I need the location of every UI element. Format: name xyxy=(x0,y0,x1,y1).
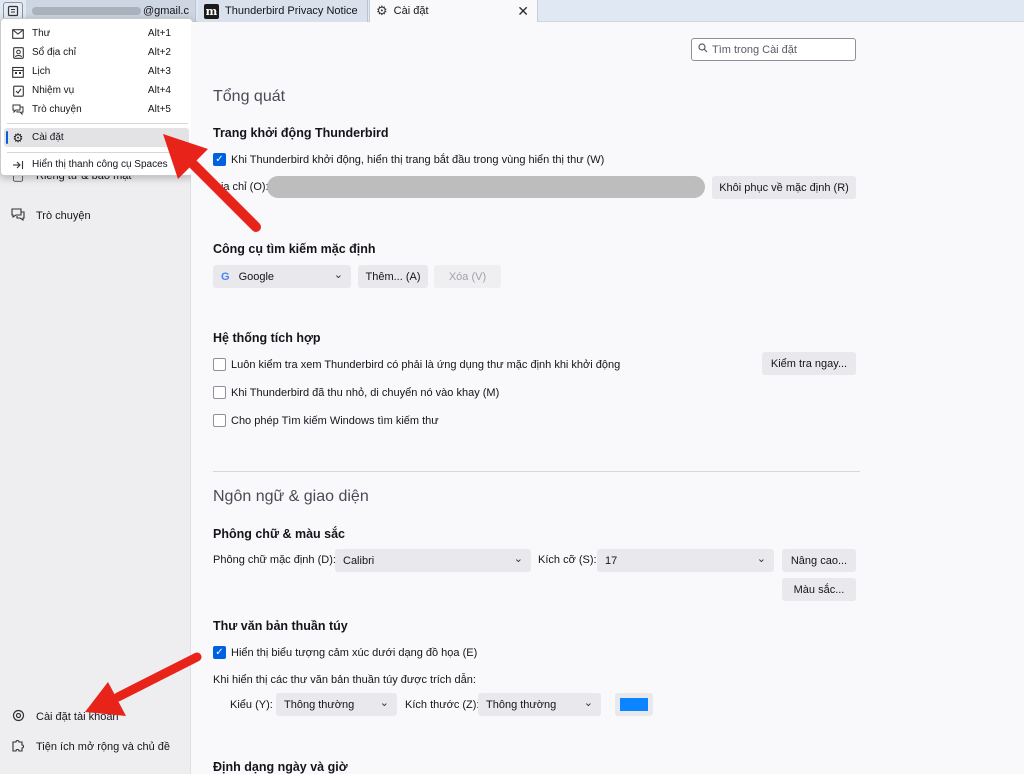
quoted-text-label: Khi hiển thị các thư văn bản thuần túy đ… xyxy=(213,674,476,686)
address-label: Địa chỉ (O): xyxy=(213,181,269,193)
tab-label: Cài đặt xyxy=(393,5,429,17)
tasks-icon xyxy=(12,85,24,97)
quote-style-label: Kiểu (Y): xyxy=(230,699,273,711)
show-toolbar-icon xyxy=(12,159,24,171)
mozilla-favicon-icon: m xyxy=(204,3,219,19)
sidebar-item-addons[interactable]: Tiện ích mở rộng và chủ đề xyxy=(10,738,170,755)
menu-item-tasks[interactable]: Nhiệm vụ Alt+4 xyxy=(4,81,189,100)
chevron-down-icon: ⌄ xyxy=(379,697,389,709)
tab-privacy-notice[interactable]: m Thunderbird Privacy Notice xyxy=(198,0,368,22)
remove-search-engine-button[interactable]: Xóa (V) xyxy=(434,265,501,288)
restore-default-button[interactable]: Khôi phục về mặc định (R) xyxy=(712,176,856,199)
gear-icon: ⚙ xyxy=(376,3,388,18)
emoticons-checkbox-row[interactable]: ✓ Hiển thị biểu tượng cảm xúc dưới dạng … xyxy=(213,646,477,659)
address-book-icon xyxy=(12,46,24,59)
chat-icon xyxy=(10,207,26,224)
default-font-select[interactable]: Calibri ⌄ xyxy=(335,549,531,572)
checkbox-unchecked[interactable] xyxy=(213,414,226,427)
mail-icon xyxy=(12,28,24,40)
spaces-menu: Thư Alt+1 Sổ địa chỉ Alt+2 Lịch Alt+3 Nh… xyxy=(0,18,193,176)
quote-style-select[interactable]: Thông thường ⌄ xyxy=(276,693,397,716)
redacted-email xyxy=(32,7,141,15)
chevron-down-icon: ⌄ xyxy=(756,553,766,565)
gear-icon: ⚙ xyxy=(12,130,24,145)
search-engine-select[interactable]: G Google ⌄ xyxy=(213,265,351,288)
checkbox-checked[interactable]: ✓ xyxy=(213,153,226,166)
startup-heading: Trang khởi động Thunderbird xyxy=(213,126,389,140)
search-input[interactable]: Tìm trong Cài đặt xyxy=(691,38,856,61)
minimize-tray-checkbox-row[interactable]: Khi Thunderbird đã thu nhỏ, di chuyển nó… xyxy=(213,386,499,399)
menu-item-address-book[interactable]: Sổ địa chỉ Alt+2 xyxy=(4,43,189,62)
checkbox-unchecked[interactable] xyxy=(213,386,226,399)
chat-icon xyxy=(12,104,24,116)
quote-color-picker[interactable] xyxy=(615,693,653,716)
section-divider xyxy=(213,471,860,472)
menu-item-mail[interactable]: Thư Alt+1 xyxy=(4,24,189,43)
plaintext-heading: Thư văn bản thuần túy xyxy=(213,619,348,633)
puzzle-icon xyxy=(10,738,26,755)
advanced-fonts-button[interactable]: Nâng cao... xyxy=(782,549,856,572)
close-icon[interactable]: ✕ xyxy=(517,3,529,20)
checkbox-unchecked[interactable] xyxy=(213,358,226,371)
windows-search-checkbox-row[interactable]: Cho phép Tìm kiếm Windows tìm kiếm thư xyxy=(213,414,439,427)
spaces-icon xyxy=(7,5,19,17)
default-app-checkbox-row[interactable]: Luôn kiểm tra xem Thunderbird có phải là… xyxy=(213,358,620,371)
font-size-label: Kích cỡ (S): xyxy=(538,554,597,566)
colors-button[interactable]: Màu sắc... xyxy=(782,578,856,601)
add-search-engine-button[interactable]: Thêm... (A) xyxy=(358,265,428,288)
tab-label: Thunderbird Privacy Notice xyxy=(225,5,358,17)
color-swatch xyxy=(620,698,648,711)
check-now-button[interactable]: Kiểm tra ngay... xyxy=(762,352,856,375)
search-engine-heading: Công cụ tìm kiếm mặc định xyxy=(213,242,376,256)
start-page-url-input[interactable] xyxy=(267,176,705,198)
menu-item-settings[interactable]: ⚙ Cài đặt xyxy=(4,128,189,147)
font-size-select[interactable]: 17 ⌄ xyxy=(597,549,774,572)
menu-separator xyxy=(7,123,188,124)
menu-item-chat[interactable]: Trò chuyện Alt+5 xyxy=(4,100,189,119)
tab-settings[interactable]: ⚙ Cài đặt ✕ xyxy=(369,0,538,22)
search-icon xyxy=(698,43,708,56)
sidebar-item-account-settings[interactable]: Cài đặt tài khoản xyxy=(10,709,119,725)
integration-heading: Hệ thống tích hợp xyxy=(213,331,321,345)
menu-separator xyxy=(7,152,188,153)
calendar-icon xyxy=(12,66,24,78)
date-format-heading: Định dạng ngày và giờ xyxy=(213,760,348,774)
section-title-general: Tổng quát xyxy=(213,88,286,105)
menu-item-show-spaces-toolbar[interactable]: Hiển thị thanh công cụ Spaces xyxy=(4,155,189,174)
settings-content: Tìm trong Cài đặt Tổng quát Trang khởi đ… xyxy=(191,22,1024,774)
startup-checkbox-row[interactable]: ✓ Khi Thunderbird khởi động, hiển thị tr… xyxy=(213,153,604,166)
chevron-down-icon: ⌄ xyxy=(333,269,343,281)
chevron-down-icon: ⌄ xyxy=(513,553,523,565)
fonts-heading: Phông chữ & màu sắc xyxy=(213,527,345,541)
checkbox-checked[interactable]: ✓ xyxy=(213,646,226,659)
menu-item-calendar[interactable]: Lịch Alt+3 xyxy=(4,62,189,81)
quote-size-label: Kích thước (Z): xyxy=(405,699,480,711)
chevron-down-icon: ⌄ xyxy=(583,697,593,709)
google-logo-icon: G xyxy=(221,270,230,283)
tab-label: @gmail.c xyxy=(142,5,189,17)
section-title-language: Ngôn ngữ & giao diện xyxy=(213,488,369,505)
default-font-label: Phông chữ mặc định (D): xyxy=(213,554,336,566)
sidebar-item-chat[interactable]: Trò chuyện xyxy=(10,207,91,224)
quote-size-select[interactable]: Thông thường ⌄ xyxy=(478,693,601,716)
account-settings-icon xyxy=(10,709,26,725)
